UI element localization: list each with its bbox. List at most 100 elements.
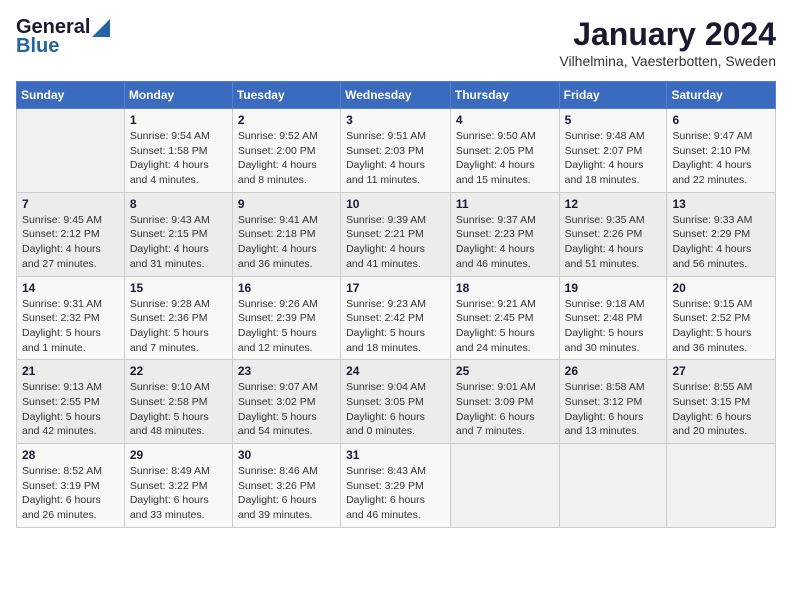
day-number: 13 — [672, 197, 770, 211]
calendar-cell: 28 Sunrise: 8:52 AM Sunset: 3:19 PM Dayli… — [17, 444, 125, 528]
day-number: 14 — [22, 281, 119, 295]
calendar-cell: 26 Sunrise: 8:58 AM Sunset: 3:12 PM Dayli… — [559, 360, 667, 444]
calendar-week-row: 21Sunrise: 9:13 AM Sunset: 2:55 PM Dayli… — [17, 360, 776, 444]
calendar-header-row: SundayMondayTuesdayWednesdayThursdayFrid… — [17, 82, 776, 109]
page-subtitle: Vilhelmina, Vaesterbotten, Sweden — [559, 53, 776, 69]
calendar-cell: 13 Sunrise: 9:33 AM Sunset: 2:29 PM Dayli… — [667, 192, 776, 276]
day-number: 28 — [22, 448, 119, 462]
day-number: 12 — [565, 197, 662, 211]
day-info: Sunrise: 9:28 AM Sunset: 2:36 PM Dayligh… — [130, 297, 227, 356]
day-number: 22 — [130, 364, 227, 378]
day-info: Sunrise: 8:43 AM Sunset: 3:29 PM Dayligh… — [346, 464, 445, 523]
day-info: Sunrise: 9:54 AM Sunset: 1:58 PM Dayligh… — [130, 129, 227, 188]
calendar-week-row: 1 Sunrise: 9:54 AM Sunset: 1:58 PM Daylig… — [17, 109, 776, 193]
day-number: 25 — [456, 364, 554, 378]
day-number: 6 — [672, 113, 770, 127]
day-info: Sunrise: 9:47 AM Sunset: 2:10 PM Dayligh… — [672, 129, 770, 188]
calendar-cell: 3 Sunrise: 9:51 AM Sunset: 2:03 PM Daylig… — [341, 109, 451, 193]
day-number: 9 — [238, 197, 335, 211]
calendar-cell: 12 Sunrise: 9:35 AM Sunset: 2:26 PM Dayli… — [559, 192, 667, 276]
day-info: Sunrise: 9:33 AM Sunset: 2:29 PM Dayligh… — [672, 213, 770, 272]
calendar-cell: 29Sunrise: 8:49 AM Sunset: 3:22 PM Dayli… — [124, 444, 232, 528]
page-title: January 2024 — [559, 16, 776, 53]
calendar-cell: 15Sunrise: 9:28 AM Sunset: 2:36 PM Dayli… — [124, 276, 232, 360]
day-number: 3 — [346, 113, 445, 127]
day-number: 5 — [565, 113, 662, 127]
calendar-cell: 1 Sunrise: 9:54 AM Sunset: 1:58 PM Daylig… — [124, 109, 232, 193]
day-number: 29 — [130, 448, 227, 462]
day-info: Sunrise: 9:41 AM Sunset: 2:18 PM Dayligh… — [238, 213, 335, 272]
calendar-cell: 22 Sunrise: 9:10 AM Sunset: 2:58 PM Dayli… — [124, 360, 232, 444]
logo-blue-text: Blue — [16, 35, 59, 58]
day-info: Sunrise: 9:35 AM Sunset: 2:26 PM Dayligh… — [565, 213, 662, 272]
day-number: 21 — [22, 364, 119, 378]
calendar-cell: 4Sunrise: 9:50 AM Sunset: 2:05 PM Daylig… — [450, 109, 559, 193]
day-info: Sunrise: 8:58 AM Sunset: 3:12 PM Dayligh… — [565, 380, 662, 439]
day-number: 20 — [672, 281, 770, 295]
day-info: Sunrise: 9:52 AM Sunset: 2:00 PM Dayligh… — [238, 129, 335, 188]
calendar-cell: 9 Sunrise: 9:41 AM Sunset: 2:18 PM Daylig… — [232, 192, 340, 276]
calendar-cell — [667, 444, 776, 528]
day-number: 24 — [346, 364, 445, 378]
calendar-cell: 16Sunrise: 9:26 AM Sunset: 2:39 PM Dayli… — [232, 276, 340, 360]
calendar-cell: 23 Sunrise: 9:07 AM Sunset: 3:02 PM Dayli… — [232, 360, 340, 444]
calendar-week-row: 28 Sunrise: 8:52 AM Sunset: 3:19 PM Dayli… — [17, 444, 776, 528]
calendar-cell — [559, 444, 667, 528]
calendar-cell: 21Sunrise: 9:13 AM Sunset: 2:55 PM Dayli… — [17, 360, 125, 444]
calendar-cell: 6 Sunrise: 9:47 AM Sunset: 2:10 PM Daylig… — [667, 109, 776, 193]
day-number: 30 — [238, 448, 335, 462]
day-info: Sunrise: 9:23 AM Sunset: 2:42 PM Dayligh… — [346, 297, 445, 356]
day-info: Sunrise: 8:52 AM Sunset: 3:19 PM Dayligh… — [22, 464, 119, 523]
day-of-week-header: Friday — [559, 82, 667, 109]
day-info: Sunrise: 8:55 AM Sunset: 3:15 PM Dayligh… — [672, 380, 770, 439]
calendar-cell: 14Sunrise: 9:31 AM Sunset: 2:32 PM Dayli… — [17, 276, 125, 360]
calendar-cell — [450, 444, 559, 528]
day-number: 18 — [456, 281, 554, 295]
calendar-cell: 25 Sunrise: 9:01 AM Sunset: 3:09 PM Dayli… — [450, 360, 559, 444]
day-number: 23 — [238, 364, 335, 378]
day-number: 1 — [130, 113, 227, 127]
calendar-cell: 5 Sunrise: 9:48 AM Sunset: 2:07 PM Daylig… — [559, 109, 667, 193]
day-number: 2 — [238, 113, 335, 127]
day-info: Sunrise: 9:45 AM Sunset: 2:12 PM Dayligh… — [22, 213, 119, 272]
day-info: Sunrise: 9:01 AM Sunset: 3:09 PM Dayligh… — [456, 380, 554, 439]
day-info: Sunrise: 9:39 AM Sunset: 2:21 PM Dayligh… — [346, 213, 445, 272]
calendar-cell: 24Sunrise: 9:04 AM Sunset: 3:05 PM Dayli… — [341, 360, 451, 444]
calendar-cell: 2 Sunrise: 9:52 AM Sunset: 2:00 PM Daylig… — [232, 109, 340, 193]
calendar-cell — [17, 109, 125, 193]
page-header: General Blue January 2024 Vilhelmina, Va… — [16, 16, 776, 69]
title-block: January 2024 Vilhelmina, Vaesterbotten, … — [559, 16, 776, 69]
day-number: 31 — [346, 448, 445, 462]
day-info: Sunrise: 9:48 AM Sunset: 2:07 PM Dayligh… — [565, 129, 662, 188]
day-info: Sunrise: 9:10 AM Sunset: 2:58 PM Dayligh… — [130, 380, 227, 439]
day-info: Sunrise: 9:07 AM Sunset: 3:02 PM Dayligh… — [238, 380, 335, 439]
calendar-week-row: 7 Sunrise: 9:45 AM Sunset: 2:12 PM Daylig… — [17, 192, 776, 276]
day-number: 16 — [238, 281, 335, 295]
day-info: Sunrise: 9:51 AM Sunset: 2:03 PM Dayligh… — [346, 129, 445, 188]
day-info: Sunrise: 9:50 AM Sunset: 2:05 PM Dayligh… — [456, 129, 554, 188]
day-of-week-header: Thursday — [450, 82, 559, 109]
day-of-week-header: Tuesday — [232, 82, 340, 109]
logo: General Blue — [16, 16, 110, 58]
day-number: 17 — [346, 281, 445, 295]
day-info: Sunrise: 9:18 AM Sunset: 2:48 PM Dayligh… — [565, 297, 662, 356]
calendar-cell: 19Sunrise: 9:18 AM Sunset: 2:48 PM Dayli… — [559, 276, 667, 360]
calendar-cell: 10 Sunrise: 9:39 AM Sunset: 2:21 PM Dayli… — [341, 192, 451, 276]
calendar-cell: 18Sunrise: 9:21 AM Sunset: 2:45 PM Dayli… — [450, 276, 559, 360]
day-info: Sunrise: 9:43 AM Sunset: 2:15 PM Dayligh… — [130, 213, 227, 272]
calendar-cell: 27 Sunrise: 8:55 AM Sunset: 3:15 PM Dayli… — [667, 360, 776, 444]
day-of-week-header: Wednesday — [341, 82, 451, 109]
day-number: 10 — [346, 197, 445, 211]
calendar-cell: 7 Sunrise: 9:45 AM Sunset: 2:12 PM Daylig… — [17, 192, 125, 276]
day-number: 27 — [672, 364, 770, 378]
day-number: 8 — [130, 197, 227, 211]
calendar-cell: 30Sunrise: 8:46 AM Sunset: 3:26 PM Dayli… — [232, 444, 340, 528]
day-info: Sunrise: 9:15 AM Sunset: 2:52 PM Dayligh… — [672, 297, 770, 356]
day-of-week-header: Sunday — [17, 82, 125, 109]
day-number: 26 — [565, 364, 662, 378]
calendar-cell: 17 Sunrise: 9:23 AM Sunset: 2:42 PM Dayli… — [341, 276, 451, 360]
calendar-cell: 20 Sunrise: 9:15 AM Sunset: 2:52 PM Dayli… — [667, 276, 776, 360]
day-of-week-header: Monday — [124, 82, 232, 109]
day-number: 7 — [22, 197, 119, 211]
day-number: 11 — [456, 197, 554, 211]
